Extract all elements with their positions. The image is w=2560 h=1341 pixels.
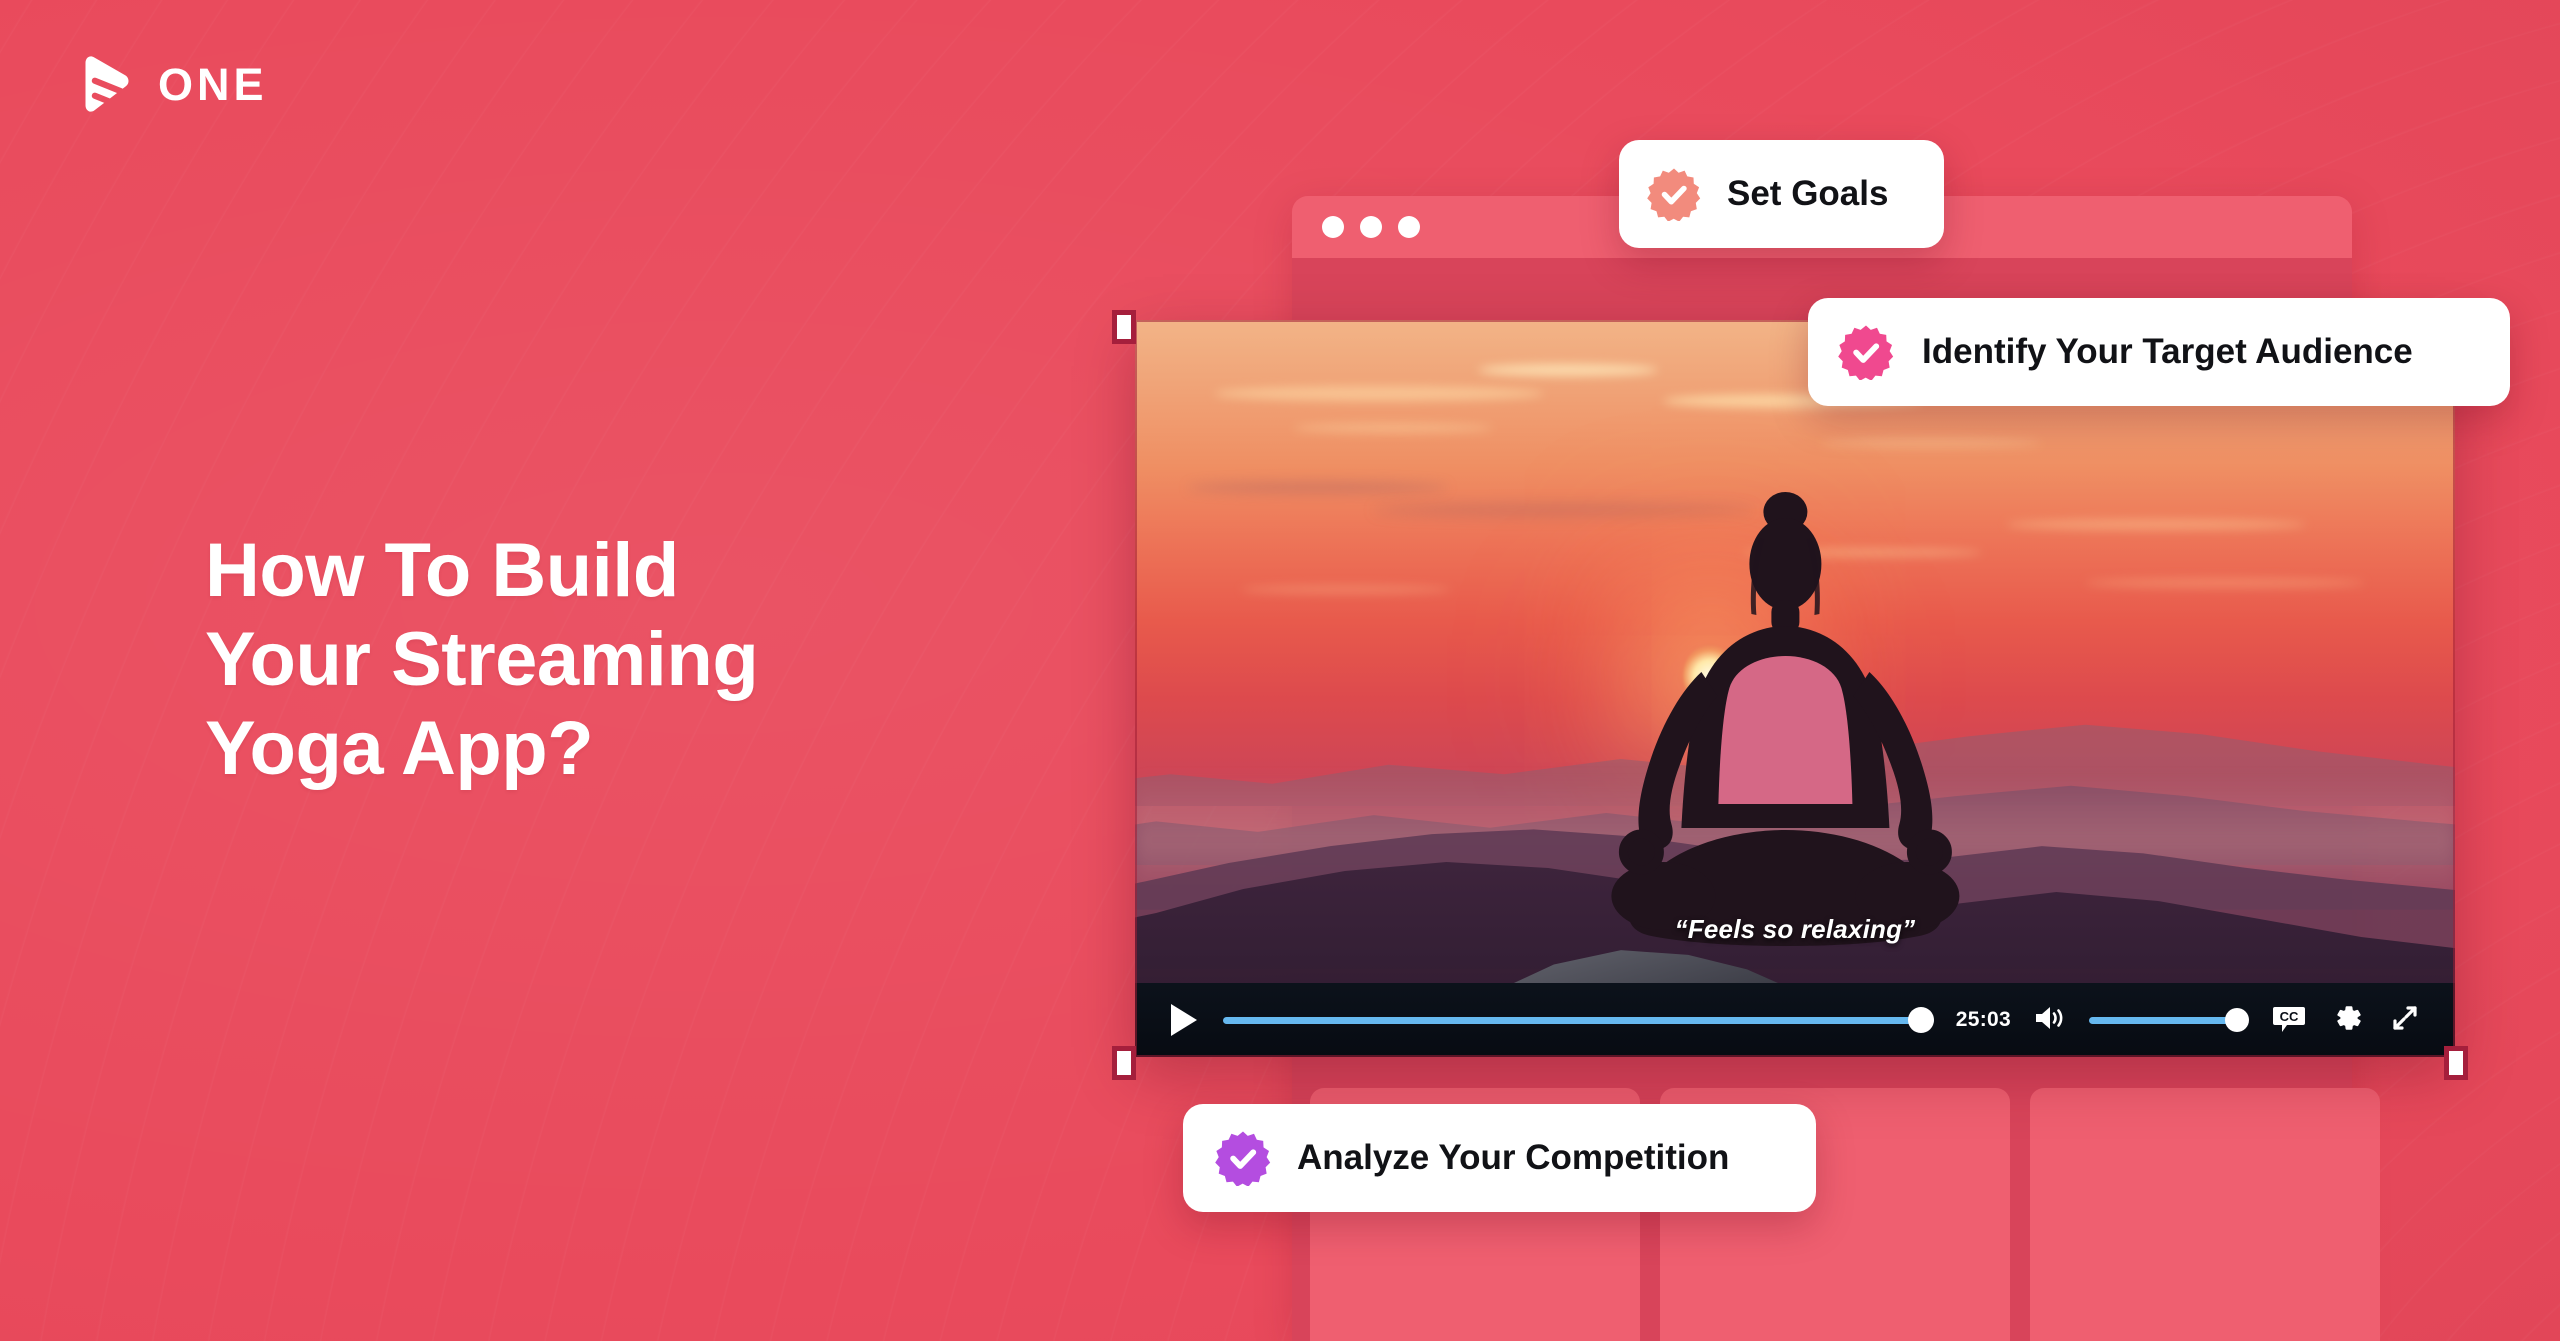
traffic-light-dot-icon	[1322, 216, 1344, 238]
play-icon[interactable]	[1167, 1003, 1201, 1037]
video-scene: “Feels so relaxing”	[1135, 320, 2455, 1057]
brand-logo[interactable]: ONE	[72, 52, 268, 116]
video-player[interactable]: “Feels so relaxing” 25:03 CC	[1135, 320, 2455, 1057]
pill-label: Set Goals	[1727, 174, 1889, 213]
pill-label: Identify Your Target Audience	[1922, 332, 2413, 371]
fullscreen-expand-icon[interactable]	[2387, 1000, 2423, 1041]
volume-track	[2089, 1016, 2235, 1024]
seek-thumb[interactable]	[1907, 1007, 1934, 1033]
video-caption-text: “Feels so relaxing”	[1674, 914, 1916, 944]
brand-name: ONE	[158, 58, 268, 110]
svg-text:CC: CC	[2280, 1009, 2299, 1024]
verified-check-badge-icon	[1838, 324, 1894, 381]
gear-icon[interactable]	[2329, 1000, 2365, 1041]
video-control-bar[interactable]: 25:03 CC	[1135, 983, 2455, 1057]
placeholder-card	[2030, 1088, 2380, 1341]
cloud	[2006, 518, 2307, 530]
selection-handle-bottom-left[interactable]	[1112, 1046, 1136, 1080]
verified-check-badge-icon	[1215, 1130, 1271, 1187]
volume-thumb[interactable]	[2225, 1008, 2249, 1032]
cloud	[1821, 437, 2042, 448]
verified-check-badge-icon	[1647, 167, 1701, 222]
pill-identify-target-audience[interactable]: Identify Your Target Audience	[1808, 298, 2510, 406]
seek-track	[1223, 1016, 1934, 1024]
pill-label: Analyze Your Competition	[1297, 1138, 1730, 1177]
page-title: How To Build Your Streaming Yoga App?	[205, 528, 759, 791]
traffic-light-dot-icon	[1398, 216, 1420, 238]
time-remaining: 25:03	[1955, 1008, 2011, 1031]
pill-analyze-competition[interactable]: Analyze Your Competition	[1183, 1104, 1816, 1212]
selection-handle-bottom-right[interactable]	[2444, 1046, 2468, 1080]
play-stripes-logo-icon	[72, 52, 136, 116]
seek-bar[interactable]	[1223, 1006, 1934, 1034]
pill-set-goals[interactable]: Set Goals	[1619, 140, 1944, 248]
traffic-light-dot-icon	[1360, 216, 1382, 238]
volume-slider[interactable]	[2089, 1007, 2249, 1033]
volume-high-icon[interactable]	[2033, 1003, 2067, 1038]
selection-handle-top-left[interactable]	[1112, 310, 1136, 344]
closed-captions-icon[interactable]: CC	[2271, 1000, 2307, 1041]
cloud	[2085, 577, 2366, 588]
